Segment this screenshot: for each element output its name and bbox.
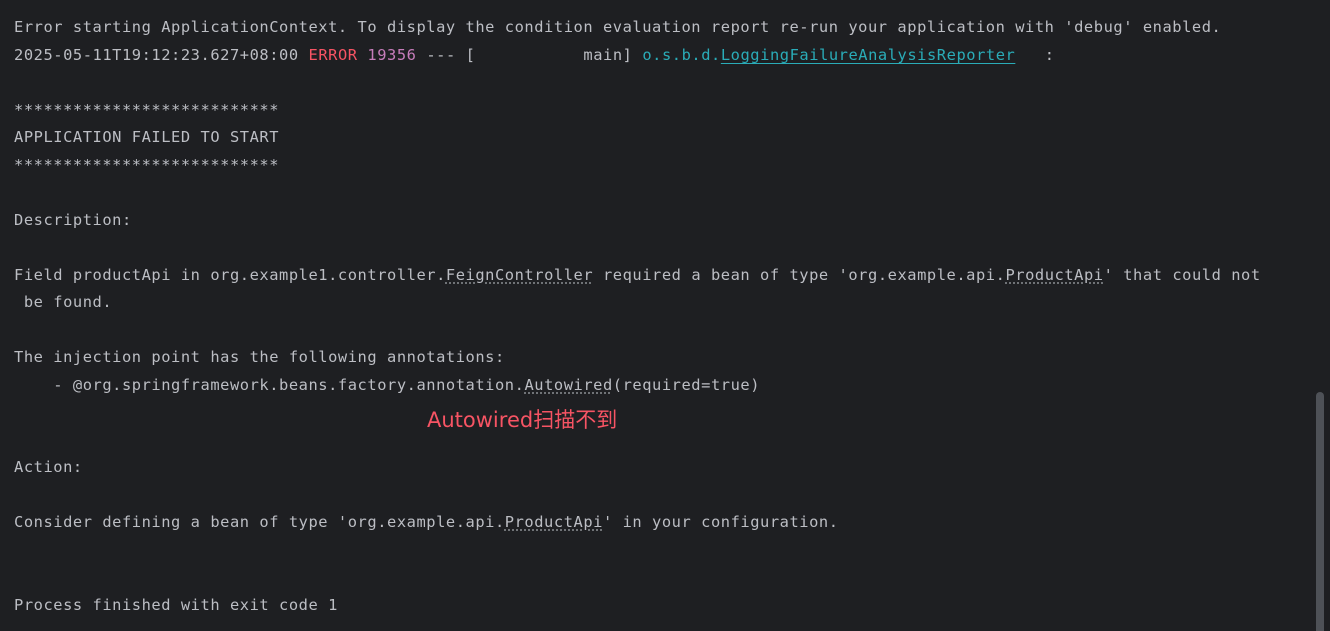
scrollbar-thumb[interactable] bbox=[1316, 392, 1324, 631]
annotation-prefix: - @org.springframework.beans.factory.ann… bbox=[14, 376, 525, 394]
field-line-middle: required a bean of type 'org.example.api… bbox=[593, 266, 1006, 284]
field-line-continuation: be found. bbox=[14, 293, 113, 311]
annotation-line: - @org.springframework.beans.factory.ann… bbox=[14, 375, 760, 395]
field-line: Field productApi in org.example1.control… bbox=[14, 265, 1261, 285]
consider-line: Consider defining a bean of type 'org.ex… bbox=[14, 512, 839, 532]
field-line-suffix: ' that could not bbox=[1103, 266, 1261, 284]
consider-prefix: Consider defining a bean of type 'org.ex… bbox=[14, 513, 505, 531]
annotation-note: Autowired扫描不到 bbox=[427, 408, 618, 432]
vertical-scrollbar[interactable] bbox=[1314, 0, 1330, 631]
annotation-suffix: (required=true) bbox=[612, 376, 761, 394]
product-api-link-2[interactable]: ProductApi bbox=[505, 513, 603, 531]
product-api-link[interactable]: ProductApi bbox=[1005, 266, 1103, 284]
logger-prefix: o.s.b.d. bbox=[642, 46, 721, 64]
log-colon: : bbox=[1015, 46, 1055, 64]
log-timestamp: 2025-05-11T19:12:23.627+08:00 bbox=[14, 46, 299, 64]
injection-line: The injection point has the following an… bbox=[14, 348, 505, 366]
log-thread: main] bbox=[475, 46, 633, 64]
log-separator: --- [ bbox=[426, 46, 476, 64]
log-entry-line: 2025-05-11T19:12:23.627+08:00 ERROR 1935… bbox=[14, 45, 1055, 65]
stars-top: *************************** bbox=[14, 101, 280, 119]
action-label: Action: bbox=[14, 458, 83, 476]
consider-suffix: ' in your configuration. bbox=[602, 513, 839, 531]
logger-class-link[interactable]: LoggingFailureAnalysisReporter bbox=[721, 46, 1015, 64]
log-logger: o.s.b.d.LoggingFailureAnalysisReporter bbox=[642, 46, 1015, 64]
description-label: Description: bbox=[14, 211, 132, 229]
failed-title: APPLICATION FAILED TO START bbox=[14, 128, 280, 146]
field-line-prefix: Field productApi in org.example1.control… bbox=[14, 266, 446, 284]
autowired-link[interactable]: Autowired bbox=[524, 376, 612, 394]
error-starting-line: Error starting ApplicationContext. To di… bbox=[14, 18, 1222, 36]
process-finished-line: Process finished with exit code 1 bbox=[14, 596, 338, 614]
log-level: ERROR bbox=[308, 46, 358, 64]
feign-controller-link[interactable]: FeignController bbox=[446, 266, 593, 284]
console-output[interactable]: Error starting ApplicationContext. To di… bbox=[0, 0, 1330, 631]
log-pid: 19356 bbox=[367, 46, 417, 64]
stars-bottom: *************************** bbox=[14, 156, 280, 174]
